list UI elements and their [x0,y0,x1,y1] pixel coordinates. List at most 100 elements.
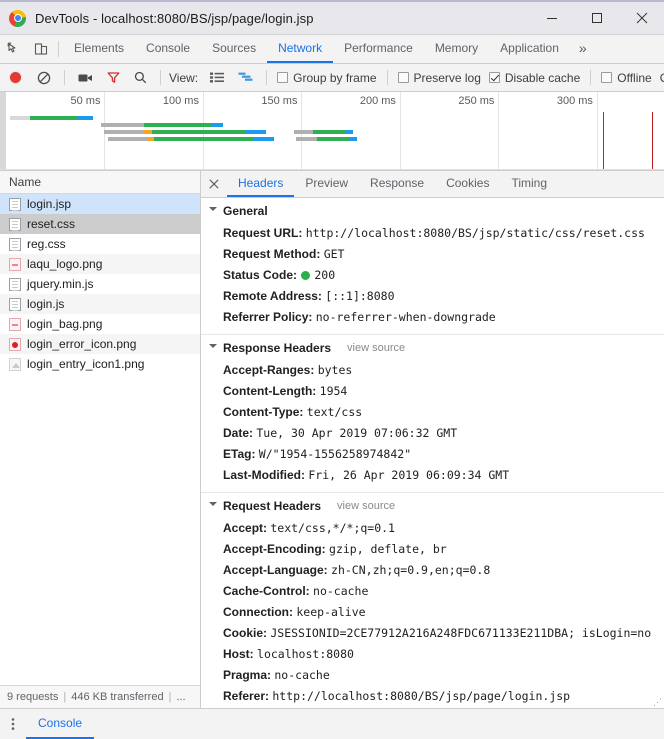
headers-content[interactable]: General Request URL: http://localhost:808… [201,198,664,708]
overview-tick-label: 200 ms [359,95,396,107]
waterfall-view-icon[interactable] [238,72,253,83]
requests-column-header[interactable]: Name [0,171,200,194]
overview-bottom-border [0,169,664,170]
details-tab-headers[interactable]: Headers [227,171,295,197]
tab-application[interactable]: Application [489,35,570,63]
header-value: no-referrer-when-downgrade [315,310,496,324]
tab-memory[interactable]: Memory [424,35,489,63]
document-file-icon [9,297,21,311]
header-name: Accept: [223,521,268,535]
header-value: http://localhost:8080/BS/jsp/page/login.… [272,689,571,703]
request-row[interactable]: login_bag.png [0,314,200,334]
overview-request-band [9,116,30,120]
capture-screenshots-icon[interactable] [78,72,93,84]
overview-tick-line [498,92,500,170]
overview-request-band [295,137,318,141]
throttling-select[interactable]: On [660,71,664,85]
section-header-general[interactable]: General [201,198,664,223]
request-row[interactable]: reset.css [0,214,200,234]
network-overview-timeline[interactable]: 50 ms 100 ms 150 ms 200 ms 250 ms 300 ms [0,92,664,171]
request-row[interactable]: laqu_logo.png [0,254,200,274]
header-name: Accept-Encoding: [223,542,326,556]
tab-network[interactable]: Network [267,35,334,63]
clear-icon[interactable] [37,71,51,85]
disclosure-triangle-icon [209,502,217,510]
request-name: reset.css [27,217,76,231]
toggle-device-toolbar-icon[interactable] [27,35,54,63]
header-value: [::1]:8080 [325,289,395,303]
details-tab-timing[interactable]: Timing [500,171,558,197]
maximize-icon[interactable] [574,2,619,34]
overview-request-band [108,123,144,127]
header-name: Last-Modified: [223,468,305,482]
header-value: bytes [317,363,353,377]
disable-cache-label: Disable cache [504,70,581,85]
header-row: Accept-Language: zh-CN,zh;q=0.9,en;q=0.8 [201,560,664,581]
minimize-icon[interactable] [529,2,574,34]
group-by-frame-checkbox[interactable]: Group by frame [277,71,377,85]
list-view-icon[interactable] [210,72,225,83]
request-row[interactable]: login_entry_icon1.png [0,354,200,374]
section-header-response-headers[interactable]: Response Headers view source [201,335,664,360]
overview-request-band [143,123,211,127]
inspect-element-icon[interactable] [0,35,27,63]
view-source-link[interactable]: view source [347,342,405,354]
more-options-icon[interactable] [0,709,26,739]
header-row: ETag: W/"1954-1556258974842" [201,444,664,465]
header-value: text/css [306,405,363,419]
toolbar-divider-4 [386,70,388,85]
preserve-log-checkbox[interactable]: Preserve log [397,70,481,85]
search-icon[interactable] [134,71,147,84]
details-tab-preview[interactable]: Preview [294,171,359,197]
header-name: Request URL: [223,226,303,240]
requests-list[interactable]: login.jsp reset.css reg.css laqu_logo.pngjq… [0,194,200,685]
view-source-link[interactable]: view source [337,500,395,512]
request-row[interactable]: login.js [0,294,200,314]
toolbar-divider-2 [160,70,161,85]
disable-cache-checkbox[interactable]: Disable cache [488,70,581,85]
overview-request-band [313,130,345,134]
tab-sources[interactable]: Sources [201,35,267,63]
request-details-panel: Headers Preview Response Cookies Timing … [201,171,664,708]
section-header-request-headers[interactable]: Request Headers view source [201,493,664,518]
filter-icon[interactable] [107,71,120,84]
details-tab-response[interactable]: Response [359,171,435,197]
request-row[interactable]: reg.css [0,234,200,254]
status-divider-1: | [63,691,67,703]
resize-corner-icon[interactable]: ⋰ [653,697,663,707]
request-row[interactable]: jquery.min.js [0,274,200,294]
image-gray-file-icon [9,357,21,371]
request-name: login_bag.png [27,317,103,331]
header-row: Pragma: no-cache [201,665,664,686]
disable-cache-box [488,72,500,83]
close-icon[interactable] [619,2,664,34]
header-name: Content-Type: [223,405,304,419]
overview-request-band [143,130,152,134]
overview-tick-line [596,92,598,170]
drawer-tab-console[interactable]: Console [26,709,95,739]
more-tabs-icon[interactable]: » [570,35,596,63]
overview-request-band [293,130,314,134]
offline-checkbox[interactable]: Offline [601,71,652,85]
tab-console[interactable]: Console [135,35,201,63]
preserve-log-label: Preserve log [413,70,481,85]
toolbar-divider-3 [266,70,268,85]
header-value: keep-alive [296,605,366,619]
tab-performance[interactable]: Performance [333,35,424,63]
header-value: GET [323,247,345,261]
record-button-icon[interactable] [10,72,21,83]
header-row: Content-Type: text/css [201,402,664,423]
overview-event-line-load [652,112,654,170]
header-value: localhost:8080 [257,647,354,661]
devtools-panel-tabbar: Elements Console Sources Network Perform… [0,35,664,64]
tab-elements[interactable]: Elements [63,35,135,63]
overview-request-band [348,137,357,141]
network-body: Name login.jsp reset.css reg.css laqu_logo.… [0,171,664,708]
header-name: Remote Address: [223,289,322,303]
request-row[interactable]: login.jsp [0,194,200,214]
header-value: Fri, 26 Apr 2019 06:09:34 GMT [308,468,510,482]
details-tab-cookies[interactable]: Cookies [435,171,500,197]
request-name: laqu_logo.png [27,257,103,271]
request-row[interactable]: login_error_icon.png [0,334,200,354]
close-panel-icon[interactable] [201,171,227,197]
